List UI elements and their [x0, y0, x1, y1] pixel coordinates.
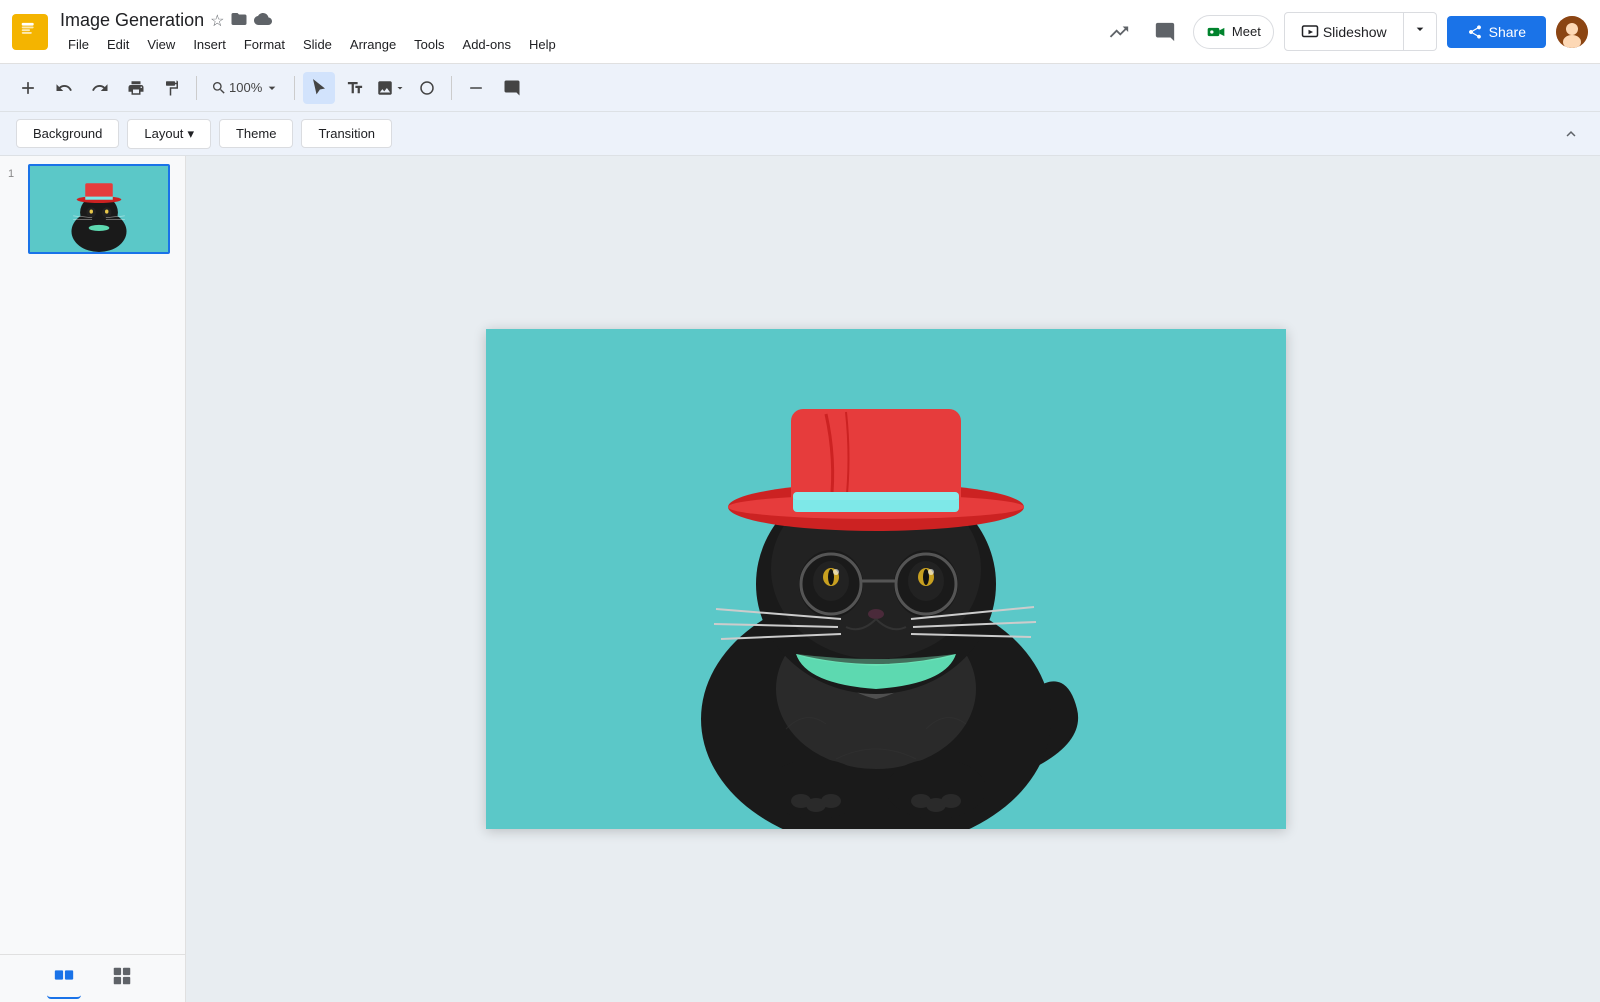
menu-arrange[interactable]: Arrange: [342, 35, 404, 54]
layout-label: Layout: [144, 126, 183, 141]
shape-tool[interactable]: [411, 72, 443, 104]
star-icon[interactable]: ☆: [210, 11, 224, 31]
background-button[interactable]: Background: [16, 119, 119, 148]
title-area: Image Generation ☆ File Edit View Insert…: [60, 10, 564, 54]
slide-thumbnail-image: [30, 166, 168, 252]
slide-thumbnail-item: 1: [8, 164, 177, 254]
grid-view-button[interactable]: [105, 959, 139, 998]
image-tool[interactable]: [375, 72, 407, 104]
layout-arrow: ▾: [187, 126, 194, 142]
theme-button[interactable]: Theme: [219, 119, 293, 148]
google-meet-button[interactable]: Meet: [1193, 15, 1274, 49]
zoom-control[interactable]: 100%: [205, 76, 286, 100]
filmstrip-view-button[interactable]: [47, 958, 81, 999]
top-bar: Image Generation ☆ File Edit View Insert…: [0, 0, 1600, 64]
print-button[interactable]: [120, 72, 152, 104]
menu-insert[interactable]: Insert: [185, 35, 234, 54]
menu-format[interactable]: Format: [236, 35, 293, 54]
menu-help[interactable]: Help: [521, 35, 564, 54]
separator-3: [451, 76, 452, 100]
bottom-panel: [0, 954, 186, 1002]
collapse-toolbar[interactable]: [1558, 121, 1584, 147]
secondary-toolbar: Background Layout ▾ Theme Transition: [0, 112, 1600, 156]
comment-tool[interactable]: [496, 72, 528, 104]
text-tool[interactable]: [339, 72, 371, 104]
cat-illustration: [486, 329, 1286, 829]
zoom-level: 100%: [229, 80, 262, 95]
separator-1: [196, 76, 197, 100]
slide-panel: 1: [0, 156, 186, 1002]
transition-button[interactable]: Transition: [301, 119, 392, 148]
menu-addons[interactable]: Add-ons: [455, 35, 519, 54]
slide-number: 1: [8, 164, 22, 180]
line-tool[interactable]: [460, 72, 492, 104]
redo-button[interactable]: [84, 72, 116, 104]
cloud-icon[interactable]: [254, 10, 272, 33]
main-area: 1: [0, 156, 1600, 1002]
slideshow-label: Slideshow: [1323, 24, 1387, 40]
layout-button[interactable]: Layout ▾: [127, 119, 211, 149]
menu-bar: File Edit View Insert Format Slide Arran…: [60, 35, 564, 54]
menu-file[interactable]: File: [60, 35, 97, 54]
document-title[interactable]: Image Generation: [60, 10, 204, 32]
share-label: Share: [1489, 24, 1526, 40]
menu-view[interactable]: View: [139, 35, 183, 54]
slideshow-button[interactable]: Slideshow: [1284, 12, 1404, 51]
slide-canvas[interactable]: [486, 329, 1286, 829]
slideshow-dropdown[interactable]: [1404, 12, 1437, 51]
trend-icon[interactable]: [1101, 14, 1137, 50]
slideshow-button-group: Slideshow: [1284, 12, 1437, 51]
menu-tools[interactable]: Tools: [406, 35, 452, 54]
share-button[interactable]: Share: [1447, 16, 1546, 48]
add-button[interactable]: [12, 72, 44, 104]
menu-slide[interactable]: Slide: [295, 35, 340, 54]
main-toolbar: 100%: [0, 64, 1600, 112]
separator-2: [294, 76, 295, 100]
comment-icon[interactable]: [1147, 14, 1183, 50]
select-tool[interactable]: [303, 72, 335, 104]
right-panel: [1586, 156, 1600, 1002]
canvas-area[interactable]: [186, 156, 1586, 1002]
undo-button[interactable]: [48, 72, 80, 104]
paint-format-button[interactable]: [156, 72, 188, 104]
folder-icon[interactable]: [230, 10, 248, 33]
user-avatar[interactable]: [1556, 16, 1588, 48]
menu-edit[interactable]: Edit: [99, 35, 137, 54]
top-right: Meet Slideshow Share: [1101, 12, 1588, 51]
slide-thumbnail[interactable]: [28, 164, 170, 254]
app-logo: [12, 14, 48, 50]
